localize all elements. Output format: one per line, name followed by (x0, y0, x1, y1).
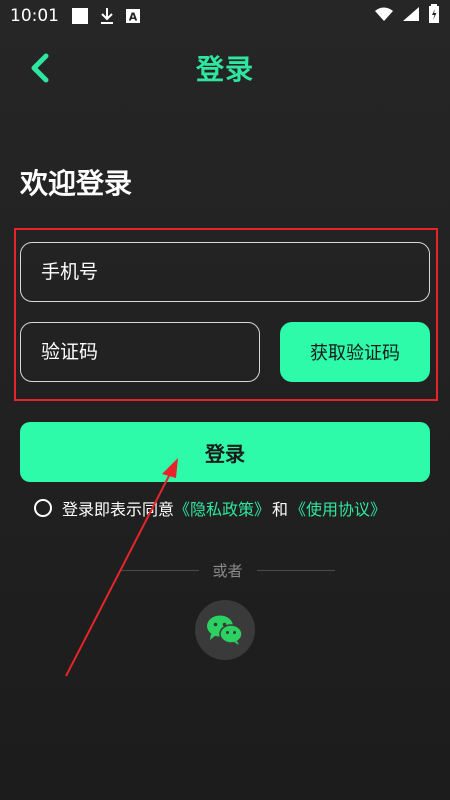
status-bar: 10:01 A (0, 0, 450, 32)
battery-icon (428, 4, 440, 28)
terms-of-use-link[interactable]: 《使用协议》 (290, 496, 386, 520)
wifi-icon (374, 6, 394, 26)
status-right-group (374, 4, 440, 28)
a-icon: A (125, 8, 141, 24)
back-button[interactable] (22, 50, 58, 86)
divider-line-left (120, 569, 199, 571)
divider-line-right (256, 569, 336, 571)
status-time: 10:01 (10, 6, 59, 26)
download-icon (99, 7, 115, 25)
agreement-and-text: 和 (272, 500, 289, 519)
privacy-policy-link[interactable]: 《隐私政策》 (174, 496, 270, 520)
header: 登录 (0, 40, 450, 96)
or-divider: 或者 (120, 560, 336, 580)
signal-icon (402, 6, 420, 26)
square-icon (71, 7, 89, 25)
phone-input[interactable] (20, 242, 430, 302)
welcome-heading: 欢迎登录 (20, 167, 133, 200)
wechat-icon (207, 615, 243, 645)
login-screen: 10:01 A 登录 欢迎登录 手机号 验证码 获取验证码 登录 登录即表示同意… (0, 0, 450, 800)
page-title: 登录 (195, 53, 254, 86)
verification-code-input[interactable] (20, 322, 260, 382)
get-code-button[interactable]: 获取验证码 (280, 322, 430, 382)
svg-text:A: A (129, 11, 138, 24)
chevron-left-icon (31, 53, 49, 83)
wechat-login-button[interactable] (195, 600, 255, 660)
agreement-row: 登录即表示同意 《隐私政策》 和 《使用协议》 (34, 496, 386, 520)
divider-text: 或者 (212, 561, 243, 580)
agreement-text: 登录即表示同意 (62, 500, 175, 519)
login-button[interactable]: 登录 (20, 422, 430, 482)
agreement-radio[interactable] (34, 499, 52, 517)
